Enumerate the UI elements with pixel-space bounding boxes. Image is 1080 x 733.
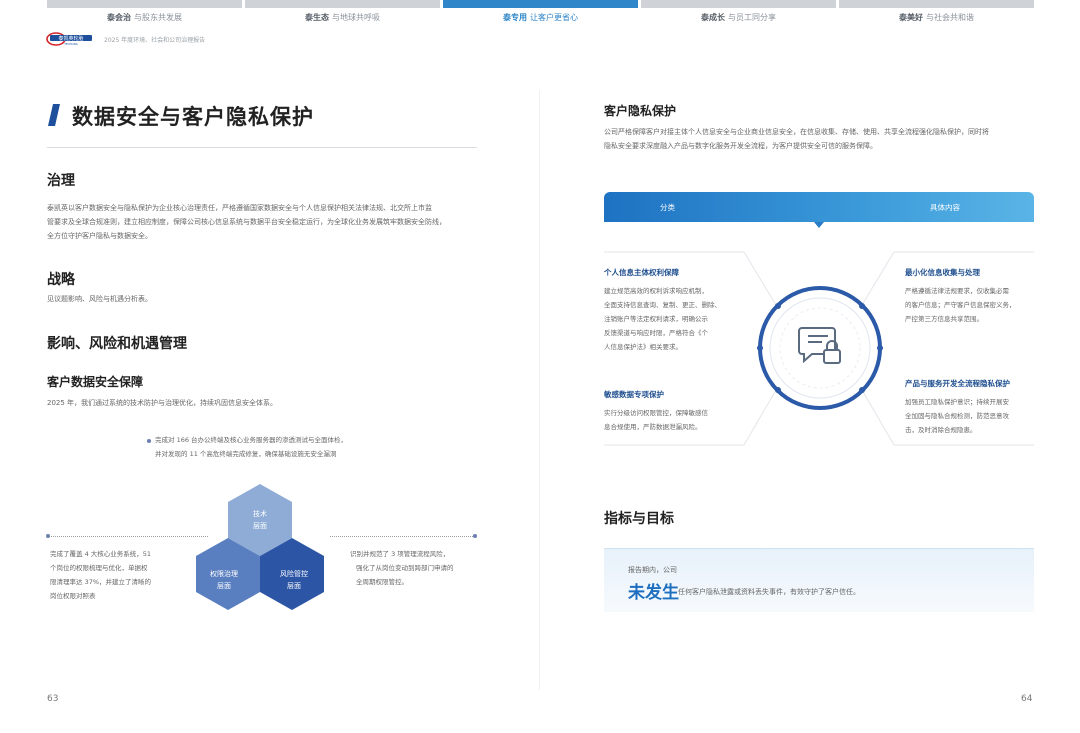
top-note-line: 并对发现的 11 个高危终端完成修复，确保基础设施无安全漏洞 [155, 450, 337, 458]
item-text-line: 反馈渠道与响应时限，严格符合《个 [604, 329, 708, 337]
svg-text:泰凯英轮胎: 泰凯英轮胎 [58, 35, 83, 42]
top-note-line: 完成对 166 台办公终端及核心业务服务器的渗透测试与全面体检， [155, 436, 348, 444]
document-lock-icon [798, 327, 841, 364]
table-header-content: 具体内容 [930, 203, 960, 212]
left-note-line: 岗位权限对照表 [50, 592, 96, 600]
item-text-line: 严控第三方信息共享范围。 [905, 315, 983, 323]
item-text-line: 实行分级访问权限管控，保障敏感信 [604, 409, 708, 417]
strategy-text: 见议题影响、风险与机遇分析表。 [47, 295, 152, 303]
right-dotted-line [330, 536, 475, 537]
page-number-left: 63 [47, 694, 59, 704]
tab-label: 泰会治 与股东共发展 [107, 13, 182, 22]
indicator-label: 报告期内，公司 [628, 566, 677, 574]
governance-text-line: 管要求及全球合规准则，建立相应制度，保障公司核心信息系统与数据平台安全稳定运行，… [47, 218, 446, 226]
indicators-heading: 指标与目标 [604, 511, 674, 527]
hex-top-label: 技术 [253, 509, 267, 518]
left-note-line: 完成了覆盖 4 大核心业务系统，51 [50, 550, 152, 558]
tab-customer[interactable]: 泰专用 让客户更省心 [443, 0, 638, 22]
security-heading: 客户数据安全保障 [47, 375, 144, 389]
item-text-line: 击，及时消除合规隐患。 [905, 426, 977, 434]
item-text-line: 息合规使用，严防数据泄漏风险。 [604, 423, 702, 431]
security-text: 2025 年，我们通过系统的技术防护与治理优化，持续巩固信息安全体系。 [47, 399, 278, 407]
tab-society[interactable]: 泰美好 与社会共和谐 [839, 0, 1034, 22]
title-accent-bar [48, 104, 60, 126]
tab-strip [245, 0, 440, 8]
item-text-line: 全面支持信息查询、复制、更正、删除、 [604, 301, 721, 309]
privacy-text-line: 隐私安全要求深度融入产品与数字化服务开发全流程，为客户提供安全可信的服务保障。 [604, 142, 877, 150]
title-divider [47, 147, 477, 148]
tab-label: 泰美好 与社会共和谐 [899, 13, 974, 22]
tab-employee[interactable]: 泰成长 与员工同分享 [641, 0, 836, 22]
table-header-category: 分类 [660, 203, 675, 212]
company-logo: 泰凯英轮胎 TECHKING [46, 32, 92, 46]
section-tabs: 泰会治 与股东共发展 泰生态 与地球共呼吸 泰专用 让客户更省心 泰成长 与员工同分享 … [47, 0, 1034, 22]
governance-text-line: 泰凯英以客户数据安全与隐私保护为企业核心治理责任，严格遵循国家数据安全与个人信息… [47, 204, 432, 212]
item-text-line: 建立规范高效的权利诉求响应机制， [604, 287, 708, 295]
left-note-line: 限清理率达 37%，并建立了清晰的 [50, 578, 152, 586]
bullet-dot [147, 439, 151, 443]
item-text-line: 全加固与隐私合规检测，防范恶意攻 [905, 412, 1009, 420]
page-number-right: 64 [1021, 694, 1033, 704]
puzzle-knob [239, 557, 253, 571]
tab-governance[interactable]: 泰会治 与股东共发展 [47, 0, 242, 22]
puzzle-knob [253, 541, 267, 555]
right-note-line: 强化了从岗位变动到跨部门申请的 [356, 564, 454, 572]
governance-text-line: 全方位守护客户隐私与数据安全。 [47, 232, 152, 240]
table-header: 分类 具体内容 [604, 192, 1034, 222]
strategy-heading: 战略 [47, 272, 75, 288]
item-title-sensitive: 敏感数据专项保护 [604, 390, 664, 399]
svg-text:TECHKING: TECHKING [64, 42, 77, 46]
governance-heading: 治理 [47, 173, 75, 189]
item-text-line: 的客户信息；严守客户信息保密义务， [905, 301, 1016, 309]
hexagon-diagram: 技术 层面 权限治理 层面 风险管控 层面 [196, 484, 324, 610]
privacy-ring [757, 286, 883, 410]
item-text-line: 严格遵循法律法规要求，仅收集必需 [905, 287, 1009, 295]
hex-top-label: 层面 [253, 522, 267, 530]
privacy-text-line: 公司严格保障客户对接主体个人信息安全与企业商业信息安全，在信息收集、存储、使用、… [604, 128, 989, 136]
item-text-line: 加强员工隐私保护意识；持续开展安 [905, 398, 1009, 406]
hex-left-label: 权限治理 [210, 569, 238, 578]
right-note-line: 全周期权限管控。 [356, 578, 408, 586]
report-subtitle: 2025 年度环境、社会和公司治理报告 [104, 37, 206, 44]
table-caret [814, 222, 824, 228]
left-note-line: 个岗位的权限梳理与优化，单据权 [50, 564, 148, 572]
iro-heading: 影响、风险和机遇管理 [47, 336, 187, 352]
tab-strip [641, 0, 836, 8]
privacy-heading: 客户隐私保护 [604, 104, 677, 118]
bullet-dot [46, 534, 50, 538]
bullet-dot [473, 534, 477, 538]
tab-label: 泰成长 与员工同分享 [701, 13, 776, 22]
tab-strip [839, 0, 1034, 8]
item-text-line: 注销账户等法定权利请求，明确公示 [604, 315, 708, 323]
tab-label: 泰生态 与地球共呼吸 [305, 13, 380, 22]
item-title-rights: 个人信息主体权利保障 [604, 268, 679, 277]
left-dotted-line [48, 536, 208, 537]
hex-left-label: 层面 [217, 582, 231, 590]
page-title: 数据安全与客户隐私保护 [72, 105, 314, 129]
tab-strip [47, 0, 242, 8]
page-gutter [539, 90, 540, 690]
indicator-highlight: 未发生 [628, 583, 679, 603]
tab-strip [443, 0, 638, 8]
item-title-product-dev: 产品与服务开发全流程隐私保护 [905, 379, 1010, 388]
hex-right-label: 层面 [287, 582, 301, 590]
tab-ecology[interactable]: 泰生态 与地球共呼吸 [245, 0, 440, 22]
item-title-minimization: 最小化信息收集与处理 [905, 268, 980, 277]
tab-label: 泰专用 让客户更省心 [503, 13, 578, 22]
indicator-text: 任何客户隐私泄露或资料丢失事件，有效守护了客户信任。 [678, 588, 860, 596]
item-text-line: 人信息保护法》相关要求。 [604, 343, 682, 351]
right-note-line: 识别并规范了 3 项管理流程风险， [350, 550, 450, 558]
hex-right-label: 风险管控 [280, 569, 308, 578]
